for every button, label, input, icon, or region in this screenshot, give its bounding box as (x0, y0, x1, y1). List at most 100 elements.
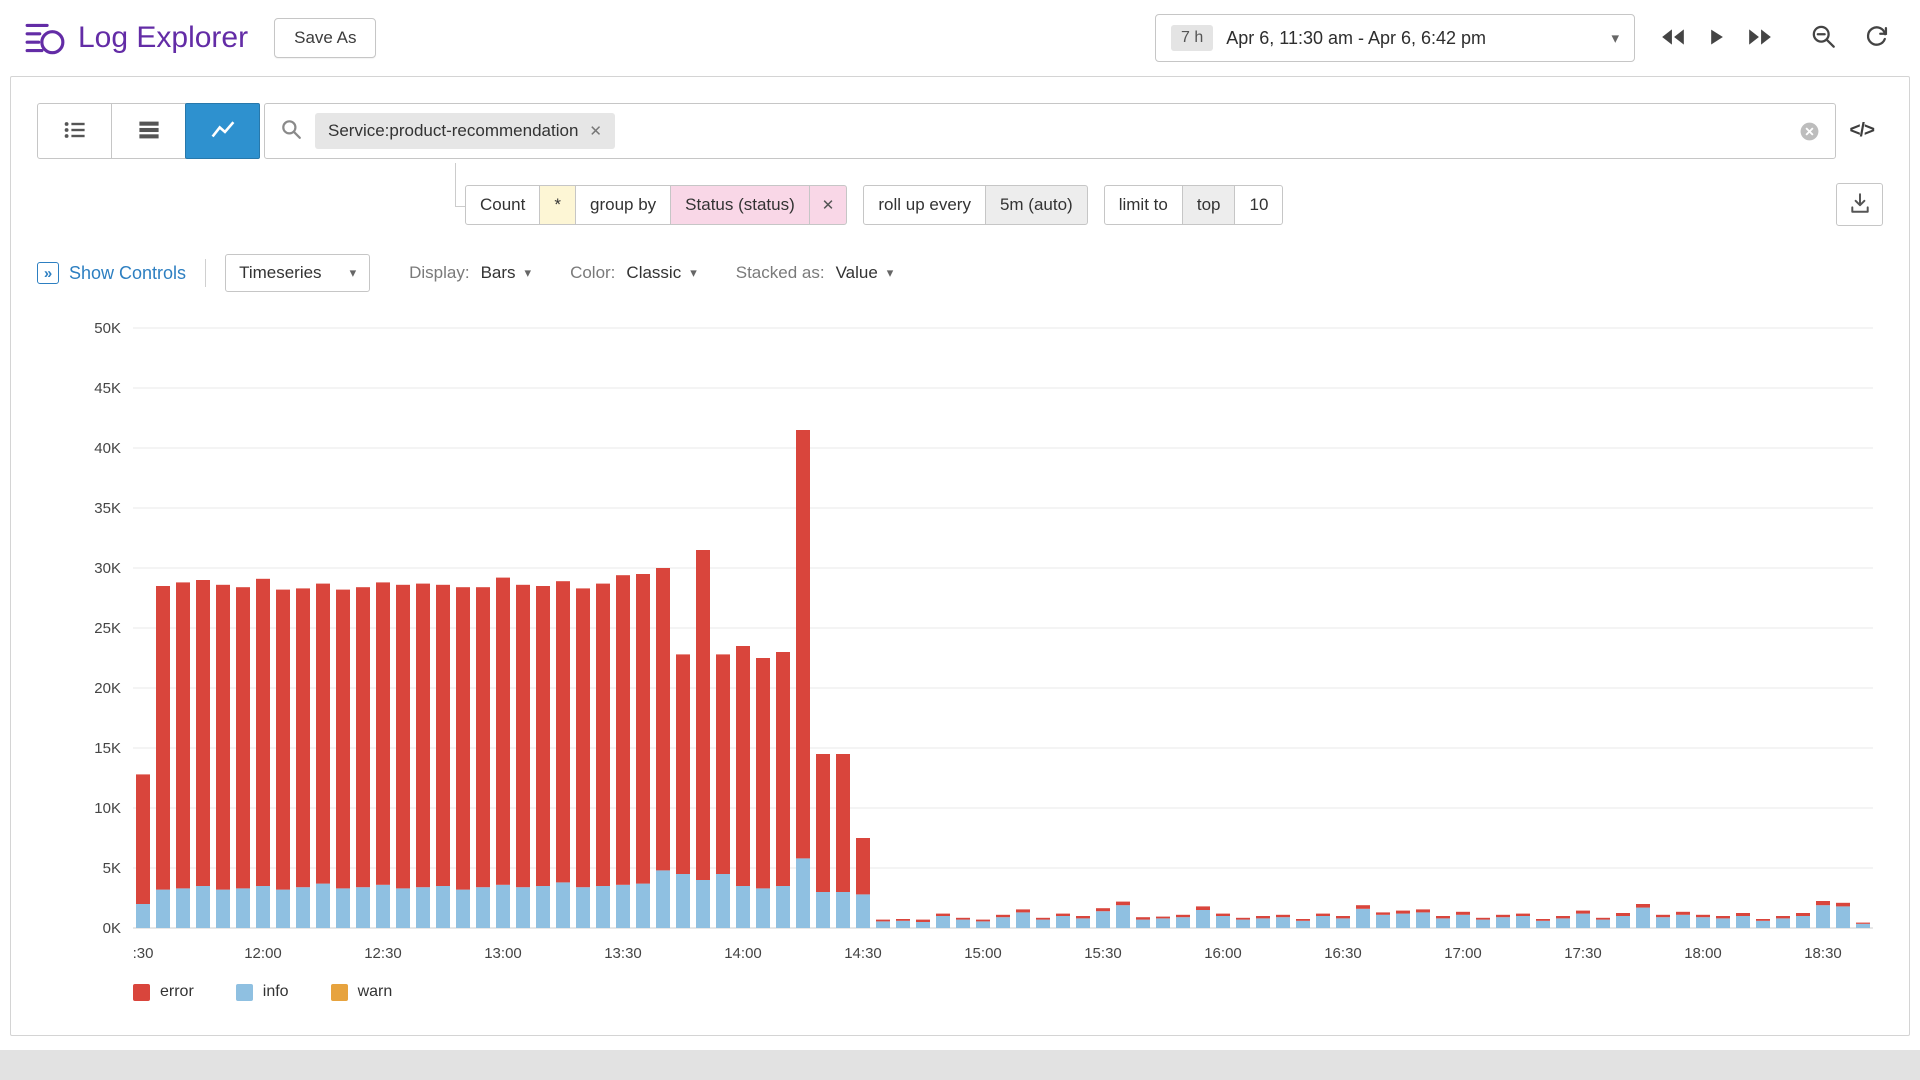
export-button[interactable] (1836, 183, 1883, 226)
svg-text:40K: 40K (94, 440, 121, 457)
zoom-button[interactable] (1804, 17, 1843, 59)
warn-swatch-icon (331, 984, 348, 1001)
error-swatch-icon (133, 984, 150, 1001)
query-limit-mode[interactable]: top (1182, 185, 1236, 225)
view-switch-group (37, 103, 259, 159)
chart-type-select[interactable]: Timeseries ▾ (225, 254, 370, 292)
legend-label-info: info (263, 983, 289, 1001)
time-step-forward-button[interactable] (1740, 21, 1780, 56)
refresh-button[interactable] (1857, 17, 1896, 59)
display-value: Bars (481, 263, 516, 283)
svg-text:14:30: 14:30 (844, 945, 882, 962)
svg-text:18:00: 18:00 (1684, 945, 1722, 962)
query-pill-groups: Count * group by Status (status) ✕ roll … (465, 185, 1283, 225)
show-controls-icon: » (37, 262, 59, 284)
svg-text:14:00: 14:00 (724, 945, 762, 962)
view-list-button[interactable] (37, 103, 112, 159)
info-swatch-icon (236, 984, 253, 1001)
display-label: Display: (409, 263, 469, 283)
query-groupby-value[interactable]: Status (status) (670, 185, 810, 225)
svg-text:25K: 25K (94, 620, 121, 637)
stacked-value: Value (836, 263, 878, 283)
page-title: Log Explorer (78, 21, 248, 55)
time-play-button[interactable] (1701, 21, 1732, 56)
timeseries-chart[interactable]: 0K5K10K15K20K25K30K35K40K45K50K:3012:001… (37, 318, 1883, 979)
svg-text:13:00: 13:00 (484, 945, 522, 962)
svg-text:13:30: 13:30 (604, 945, 642, 962)
time-step-back-button[interactable] (1653, 21, 1693, 56)
time-range-badge: 7 h (1171, 25, 1213, 51)
legend-item-info[interactable]: info (236, 983, 289, 1001)
remove-filter-icon[interactable]: ✕ (589, 122, 602, 140)
query-connector-line (455, 163, 465, 207)
chevron-down-icon: ▾ (887, 265, 894, 281)
list-view-icon (63, 118, 87, 145)
display-select[interactable]: Bars ▾ (481, 263, 532, 283)
color-control: Color: Classic ▾ (570, 263, 697, 283)
svg-text:10K: 10K (94, 800, 121, 817)
table-rows-icon (137, 118, 161, 145)
double-arrow-left-icon (1660, 28, 1686, 49)
query-row: Count * group by Status (status) ✕ roll … (37, 183, 1883, 226)
app: Log Explorer Save As 7 h Apr 6, 11:30 am… (0, 0, 1920, 1050)
search-input[interactable]: Service:product-recommendation ✕ (264, 103, 1836, 159)
stacked-control: Stacked as: Value ▾ (736, 263, 894, 283)
stacked-label: Stacked as: (736, 263, 825, 283)
svg-text:15K: 15K (94, 740, 121, 757)
chevron-down-icon: ▾ (525, 265, 532, 281)
refresh-icon (1864, 24, 1889, 52)
svg-text:5K: 5K (103, 860, 121, 877)
svg-text:15:00: 15:00 (964, 945, 1002, 962)
query-groupby-label[interactable]: group by (575, 185, 671, 225)
legend-label-warn: warn (358, 983, 393, 1001)
chevron-down-icon: ▾ (690, 265, 697, 281)
query-limit-label: limit to (1104, 185, 1183, 225)
svg-text:17:00: 17:00 (1444, 945, 1482, 962)
clear-search-icon[interactable] (1799, 121, 1820, 142)
search-filter-pill[interactable]: Service:product-recommendation ✕ (315, 113, 615, 149)
svg-text:16:00: 16:00 (1204, 945, 1242, 962)
code-view-button[interactable]: </> (1841, 103, 1883, 159)
svg-text:16:30: 16:30 (1324, 945, 1362, 962)
svg-text:18:30: 18:30 (1804, 945, 1842, 962)
color-value: Classic (626, 263, 681, 283)
time-nav-buttons (1653, 21, 1780, 56)
query-rollup-group: roll up every 5m (auto) (863, 185, 1087, 225)
search-filter-text: Service:product-recommendation (328, 121, 578, 141)
chart-controls-row: » Show Controls Timeseries ▾ Display: Ba… (37, 254, 1883, 292)
view-chart-button[interactable] (185, 103, 260, 159)
stacked-select[interactable]: Value ▾ (836, 263, 894, 283)
color-select[interactable]: Classic ▾ (626, 263, 696, 283)
play-icon (1708, 28, 1725, 49)
show-controls-toggle[interactable]: » Show Controls (37, 262, 186, 284)
remove-groupby-icon[interactable]: ✕ (809, 185, 848, 225)
svg-text:15:30: 15:30 (1084, 945, 1122, 962)
double-arrow-right-icon (1747, 28, 1773, 49)
legend-item-error[interactable]: error (133, 983, 194, 1001)
query-count-label[interactable]: Count (465, 185, 540, 225)
query-count-value[interactable]: * (539, 185, 576, 225)
svg-text:17:30: 17:30 (1564, 945, 1602, 962)
svg-text:30K: 30K (94, 560, 121, 577)
query-rollup-value[interactable]: 5m (auto) (985, 185, 1088, 225)
save-as-button[interactable]: Save As (274, 18, 376, 58)
show-controls-label: Show Controls (69, 263, 186, 284)
query-limit-value[interactable]: 10 (1234, 185, 1283, 225)
chevron-down-icon: ▾ (350, 265, 357, 281)
datadog-logo-icon[interactable] (24, 17, 66, 59)
vertical-divider (205, 259, 206, 287)
svg-text:12:30: 12:30 (364, 945, 402, 962)
view-table-button[interactable] (111, 103, 186, 159)
legend-label-error: error (160, 983, 194, 1001)
export-icon (1849, 192, 1871, 217)
time-range-picker[interactable]: 7 h Apr 6, 11:30 am - Apr 6, 6:42 pm ▾ (1155, 14, 1635, 62)
svg-text:0K: 0K (103, 920, 121, 937)
toolbar-row: Service:product-recommendation ✕ </> (37, 103, 1883, 159)
svg-text:20K: 20K (94, 680, 121, 697)
display-control: Display: Bars ▾ (409, 263, 531, 283)
time-range-text: Apr 6, 11:30 am - Apr 6, 6:42 pm (1226, 28, 1486, 49)
color-label: Color: (570, 263, 615, 283)
svg-text:35K: 35K (94, 500, 121, 517)
legend-item-warn[interactable]: warn (331, 983, 393, 1001)
log-explorer-panel: Service:product-recommendation ✕ </> Cou… (10, 76, 1910, 1036)
